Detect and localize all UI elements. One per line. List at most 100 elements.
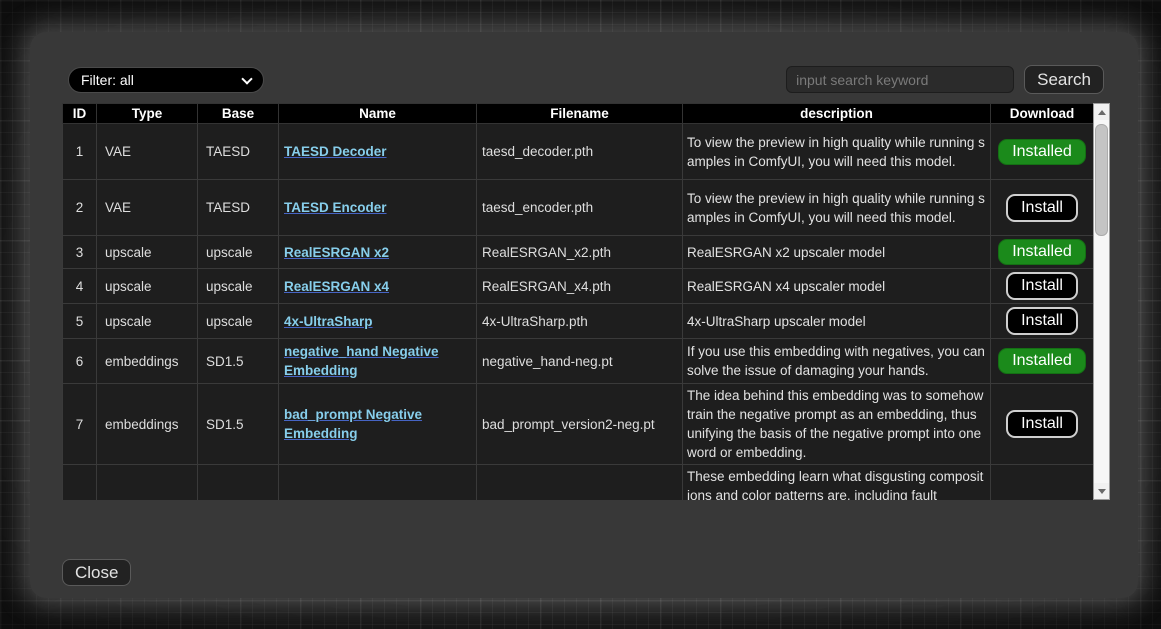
download-button[interactable]: Install [1006,410,1078,438]
cell-name: 4x-UltraSharp [279,304,477,339]
cell-type: VAE [97,180,198,236]
cell-type: upscale [97,269,198,304]
cell-base: SD1.5 [198,339,279,384]
table-row: 5 upscale upscale 4x-UltraSharp 4x-Ultra… [63,304,1094,339]
cell-name: TAESD Encoder [279,180,477,236]
table-row: 7 embeddings SD1.5 bad_prompt Negative E… [63,384,1094,465]
model-name-link[interactable]: TAESD Decoder [284,144,387,159]
cell-download: Installed [991,236,1094,269]
cell-type: VAE [97,124,198,180]
cell-base: SD1.5 [198,384,279,465]
cell-description: To view the preview in high quality whil… [683,124,991,180]
cell-filename: taesd_decoder.pth [477,124,683,180]
cell-base: TAESD [198,124,279,180]
cell-name: RealESRGAN x4 [279,269,477,304]
table-header-row: ID Type Base Name Filename description D… [63,104,1094,124]
cell-id: 1 [63,124,97,180]
download-button[interactable]: Install [1006,272,1078,300]
cell-filename: negative_hand-neg.pt [477,339,683,384]
cell-name: RealESRGAN x2 [279,236,477,269]
table-row: 1 VAE TAESD TAESD Decoder taesd_decoder.… [63,124,1094,180]
triangle-down-icon [1098,489,1106,494]
cell-description: To view the preview in high quality whil… [683,180,991,236]
model-name-link[interactable]: bad_prompt Negative Embedding [284,407,422,441]
cell-type: embeddings [97,384,198,465]
scroll-down-button[interactable] [1094,483,1109,499]
download-button[interactable]: Install [1006,307,1078,335]
cell-download: Installed [991,339,1094,384]
filter-select[interactable]: Filter: all [68,67,264,93]
cell-base [198,465,279,501]
cell-base: upscale [198,269,279,304]
table-row: 2 VAE TAESD TAESD Encoder taesd_encoder.… [63,180,1094,236]
cell-download: Install [991,269,1094,304]
search-button[interactable]: Search [1024,65,1104,94]
model-name-link[interactable]: negative_hand Negative Embedding [284,344,439,378]
scroll-up-button[interactable] [1094,104,1109,120]
cell-name: bad_prompt Negative Embedding [279,384,477,465]
cell-description: RealESRGAN x2 upscaler model [683,236,991,269]
cell-base: TAESD [198,180,279,236]
triangle-up-icon [1098,110,1106,115]
table-row: 6 embeddings SD1.5 negative_hand Negativ… [63,339,1094,384]
filter-select-wrap: Filter: all [68,67,264,93]
cell-type: upscale [97,304,198,339]
cell-id: 4 [63,269,97,304]
model-name-link[interactable]: RealESRGAN x4 [284,279,389,294]
cell-type: upscale [97,236,198,269]
cell-description: 4x-UltraSharp upscaler model [683,304,991,339]
cell-name: TAESD Decoder [279,124,477,180]
close-button[interactable]: Close [62,559,131,586]
search-area: Search [786,65,1104,94]
cell-download: Install [991,384,1094,465]
cell-id: 2 [63,180,97,236]
header-type: Type [97,104,198,124]
model-table: ID Type Base Name Filename description D… [62,103,1093,500]
cell-id: 6 [63,339,97,384]
cell-download: Installed [991,124,1094,180]
cell-filename: RealESRGAN_x4.pth [477,269,683,304]
header-filename: Filename [477,104,683,124]
table-row: 3 upscale upscale RealESRGAN x2 RealESRG… [63,236,1094,269]
model-table-scroll: ID Type Base Name Filename description D… [62,103,1093,500]
model-name-link[interactable]: RealESRGAN x2 [284,245,389,260]
search-input[interactable] [786,66,1014,93]
table-row: These embedding learn what disgusting co… [63,465,1094,501]
download-button[interactable]: Installed [998,239,1086,265]
scrollbar-thumb[interactable] [1095,124,1108,236]
cell-base: upscale [198,236,279,269]
cell-filename: bad_prompt_version2-neg.pt [477,384,683,465]
cell-filename: 4x-UltraSharp.pth [477,304,683,339]
cell-type: embeddings [97,339,198,384]
model-table-zone: ID Type Base Name Filename description D… [62,103,1110,500]
cell-download: Install [991,304,1094,339]
cell-name [279,465,477,501]
download-button[interactable]: Installed [998,139,1086,165]
cell-download: Install [991,180,1094,236]
cell-description: The idea behind this embedding was to so… [683,384,991,465]
download-button[interactable]: Installed [998,348,1086,374]
cell-filename [477,465,683,501]
table-scrollbar[interactable] [1093,103,1110,500]
cell-filename: RealESRGAN_x2.pth [477,236,683,269]
header-base: Base [198,104,279,124]
cell-id [63,465,97,501]
header-name: Name [279,104,477,124]
cell-description: These embedding learn what disgusting co… [683,465,991,501]
table-row: 4 upscale upscale RealESRGAN x4 RealESRG… [63,269,1094,304]
cell-id: 7 [63,384,97,465]
cell-id: 3 [63,236,97,269]
header-id: ID [63,104,97,124]
header-download: Download [991,104,1094,124]
cell-description: If you use this embedding with negatives… [683,339,991,384]
model-table-body: 1 VAE TAESD TAESD Decoder taesd_decoder.… [63,124,1094,501]
cell-type [97,465,198,501]
cell-name: negative_hand Negative Embedding [279,339,477,384]
model-name-link[interactable]: 4x-UltraSharp [284,314,373,329]
cell-base: upscale [198,304,279,339]
cell-download [991,465,1094,501]
download-button[interactable]: Install [1006,194,1078,222]
model-name-link[interactable]: TAESD Encoder [284,200,387,215]
header-description: description [683,104,991,124]
cell-filename: taesd_encoder.pth [477,180,683,236]
